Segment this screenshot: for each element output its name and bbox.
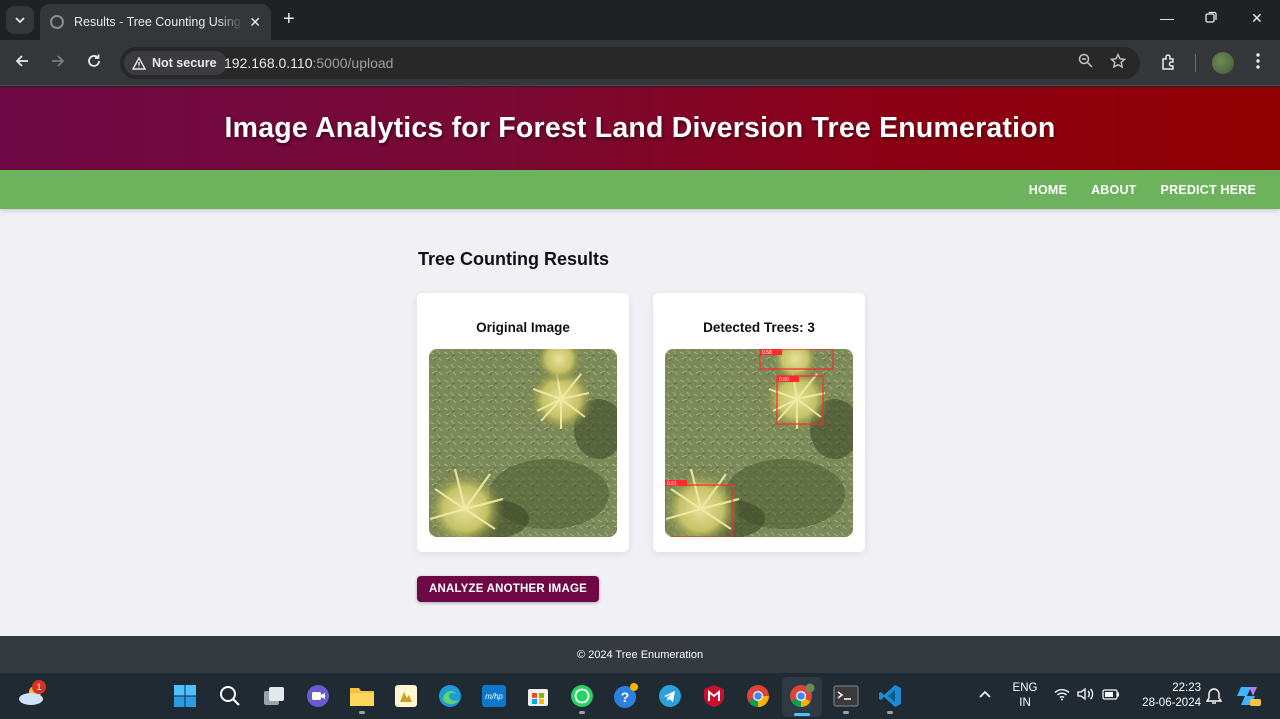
whatsapp-running-dot: [579, 711, 585, 714]
meet-icon[interactable]: [304, 682, 332, 710]
close-window-icon[interactable]: ✕: [1251, 10, 1263, 27]
chevron-down-icon: [15, 17, 25, 24]
store-icon[interactable]: [524, 682, 552, 710]
clock-date: 28-06-2024: [1142, 697, 1201, 709]
clock-time: 22:23: [1172, 682, 1201, 694]
browser-toolbar: Not secure 192.168.0.110:5000/upload: [0, 40, 1280, 86]
toolbar-divider: [1195, 54, 1196, 72]
extensions-icon[interactable]: [1160, 53, 1178, 76]
original-image-caption: Original Image: [476, 320, 570, 335]
terminal-icon[interactable]: [832, 682, 860, 710]
mhp-icon[interactable]: m/hp: [480, 682, 508, 710]
clock[interactable]: 22:23 28-06-2024: [1133, 681, 1201, 711]
restore-icon[interactable]: [1205, 10, 1217, 26]
analyze-another-image-button[interactable]: ANALYZE ANOTHER IMAGE: [417, 576, 599, 602]
detected-label: Detected Trees:: [703, 320, 808, 335]
nav-predict-here[interactable]: PREDICT HERE: [1161, 183, 1256, 197]
chrome-active-indicator: [794, 713, 810, 716]
url-text[interactable]: 192.168.0.110:5000/upload: [224, 55, 393, 71]
original-image-card: Original Image: [417, 293, 629, 552]
tab-search-button[interactable]: [6, 6, 34, 34]
copilot-icon[interactable]: [1236, 683, 1262, 714]
task-view-icon[interactable]: [260, 682, 288, 710]
browser-tab[interactable]: Results - Tree Counting Using S ✕: [40, 4, 271, 40]
vscode-icon[interactable]: [876, 682, 904, 710]
address-bar[interactable]: Not secure 192.168.0.110:5000/upload: [120, 47, 1140, 79]
help-icon[interactable]: ?: [612, 682, 640, 710]
bookmark-star-icon[interactable]: [1109, 52, 1127, 73]
weather-badge: 1: [32, 680, 46, 694]
tab-close-icon[interactable]: ✕: [249, 14, 261, 31]
battery-icon[interactable]: [1102, 689, 1120, 705]
security-chip[interactable]: Not secure: [124, 51, 227, 75]
start-icon[interactable]: [171, 682, 199, 710]
site-footer: © 2024 Tree Enumeration: [0, 636, 1280, 673]
detection-label-2: 0.60: [779, 377, 789, 383]
results-cards: Original Image Detected Trees: 3 0.58 0.…: [417, 293, 865, 552]
results-heading: Tree Counting Results: [418, 249, 610, 269]
terminal-running-dot: [843, 711, 849, 714]
site-banner: Image Analytics for Forest Land Diversio…: [0, 87, 1280, 170]
site-title: Image Analytics for Forest Land Diversio…: [224, 112, 1056, 144]
reload-icon[interactable]: [86, 53, 102, 74]
browser-tab-bar: Results - Tree Counting Using S ✕ + — ✕: [0, 0, 1280, 40]
back-icon[interactable]: [14, 53, 30, 74]
mcafee-icon[interactable]: [700, 682, 728, 710]
tab-title: Results - Tree Counting Using S: [74, 15, 244, 29]
results-section: Tree Counting Results Original Image Det…: [417, 249, 878, 602]
tab-favicon-icon: [50, 15, 64, 29]
detected-trees-caption: Detected Trees: 3: [665, 320, 853, 349]
zoom-icon[interactable]: [1078, 53, 1093, 72]
web-page: Image Analytics for Forest Land Diversio…: [0, 87, 1280, 636]
url-path: :5000/upload: [312, 55, 394, 71]
svg-text:m/hp: m/hp: [485, 692, 503, 701]
chrome-icon[interactable]: [744, 682, 772, 710]
show-hidden-icons-chevron-icon[interactable]: [978, 687, 992, 702]
nav-home[interactable]: HOME: [1029, 183, 1067, 197]
telegram-icon[interactable]: [656, 682, 684, 710]
forward-icon[interactable]: [50, 53, 66, 74]
profile-avatar[interactable]: [1212, 52, 1234, 74]
vscode-running-dot: [887, 711, 893, 714]
file-explorer-icon[interactable]: [348, 682, 376, 710]
detected-image: 0.58 0.60 0.61: [665, 349, 853, 537]
warning-icon: [132, 56, 146, 70]
detected-image-card: Detected Trees: 3 0.58 0.60 0.61: [653, 293, 865, 552]
search-icon[interactable]: [216, 682, 244, 710]
app-icon[interactable]: [392, 682, 420, 710]
new-tab-button[interactable]: +: [283, 9, 295, 29]
minimize-icon[interactable]: —: [1160, 10, 1174, 26]
volume-icon[interactable]: [1077, 687, 1095, 706]
detected-count: 3: [807, 320, 815, 335]
menu-kebab-icon[interactable]: [1255, 52, 1261, 75]
chrome-profile-icon[interactable]: [788, 682, 816, 710]
file-explorer-running-dot: [359, 711, 365, 714]
svg-text:?: ?: [621, 689, 630, 705]
detection-label-3: 0.61: [667, 481, 677, 487]
language-indicator[interactable]: ENG IN: [1008, 681, 1042, 711]
security-label: Not secure: [152, 56, 217, 70]
site-navbar: HOME ABOUT PREDICT HERE: [0, 170, 1280, 209]
whatsapp-icon[interactable]: [568, 682, 596, 710]
nav-about[interactable]: ABOUT: [1091, 183, 1136, 197]
detection-label-1: 0.58: [762, 350, 772, 356]
language-code: ENG: [1012, 682, 1038, 694]
notification-icon[interactable]: [1205, 687, 1223, 710]
original-image: [429, 349, 617, 537]
region-code: IN: [1019, 697, 1031, 709]
url-host: 192.168.0.110: [224, 55, 313, 71]
windows-taskbar: 1 m/hp ? ENG IN 22:23 28-06-2024: [0, 673, 1280, 719]
edge-icon[interactable]: [436, 682, 464, 710]
footer-text: © 2024 Tree Enumeration: [576, 648, 704, 661]
wifi-icon[interactable]: [1054, 688, 1070, 706]
